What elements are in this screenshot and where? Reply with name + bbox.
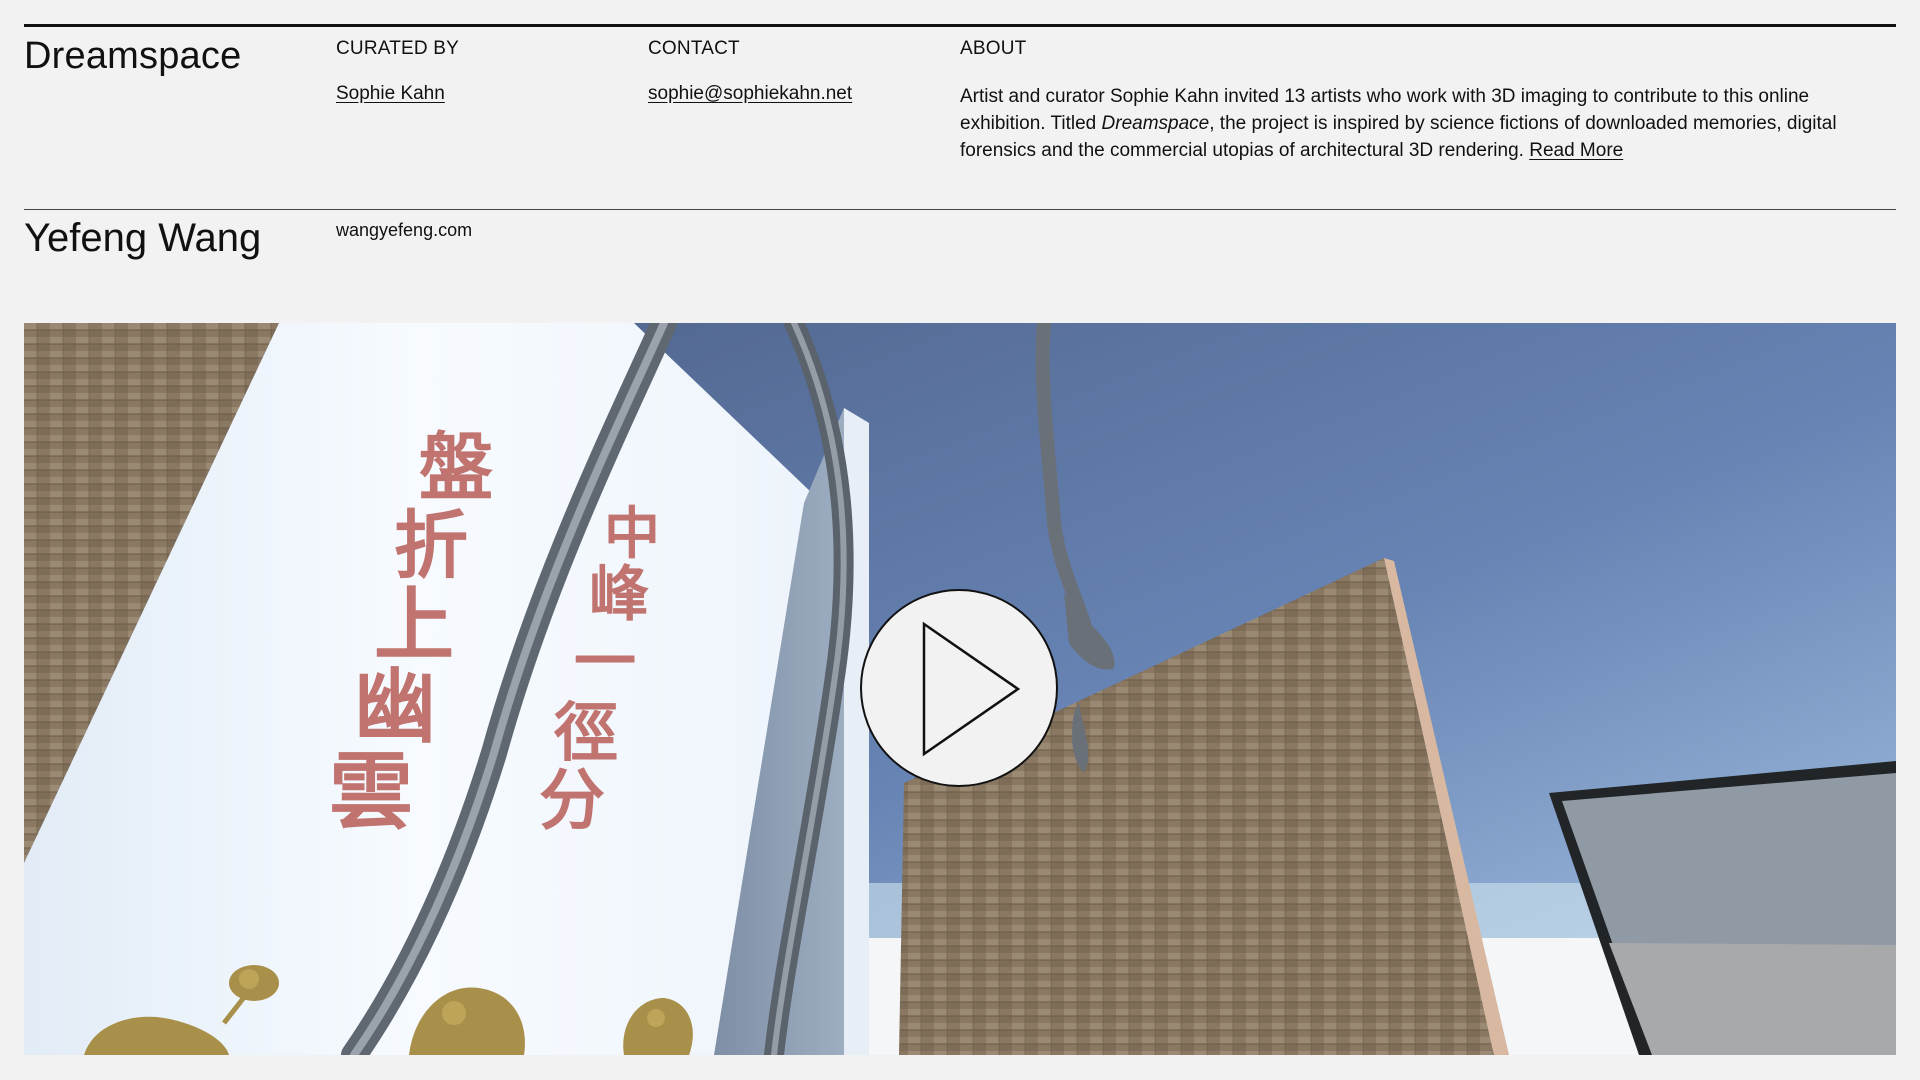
read-more-link[interactable]: Read More — [1529, 140, 1623, 161]
calligraphy-char: 折 — [394, 503, 468, 589]
curated-by-label: CURATED BY — [336, 38, 460, 59]
calligraphy-char: 徑 — [553, 696, 618, 771]
artist-website-link[interactable]: wangyefeng.com — [336, 220, 472, 241]
contact-email-link[interactable]: sophie@sophiekahn.net — [648, 83, 852, 105]
calligraphy-char: 幽 — [354, 659, 436, 755]
calligraphy-char: 一 — [574, 625, 636, 698]
calligraphy-char: 分 — [539, 761, 605, 839]
exhibition-header: Dreamspace CURATED BY Sophie Kahn CONTAC… — [24, 24, 1896, 210]
about-text: Artist and curator Sophie Kahn invited 1… — [960, 83, 1880, 164]
calligraphy-char: 盤 — [419, 425, 493, 511]
artist-name: Yefeng Wang — [24, 216, 262, 260]
play-icon — [922, 621, 1021, 757]
contact-label: CONTACT — [648, 38, 740, 59]
about-label: ABOUT — [960, 38, 1027, 59]
calligraphy-char: 上 — [374, 578, 454, 672]
video-player[interactable]: 盤 折 上 幽 雲 中 峰 一 徑 分 — [24, 323, 1896, 1055]
calligraphy-char: 雲 — [329, 742, 413, 841]
site-title[interactable]: Dreamspace — [24, 35, 241, 78]
about-title-italic: Dreamspace — [1101, 113, 1210, 134]
calligraphy-char: 峰 — [589, 560, 649, 630]
curator-link[interactable]: Sophie Kahn — [336, 83, 445, 105]
play-button[interactable] — [860, 589, 1058, 787]
calligraphy-char: 中 — [604, 501, 660, 567]
